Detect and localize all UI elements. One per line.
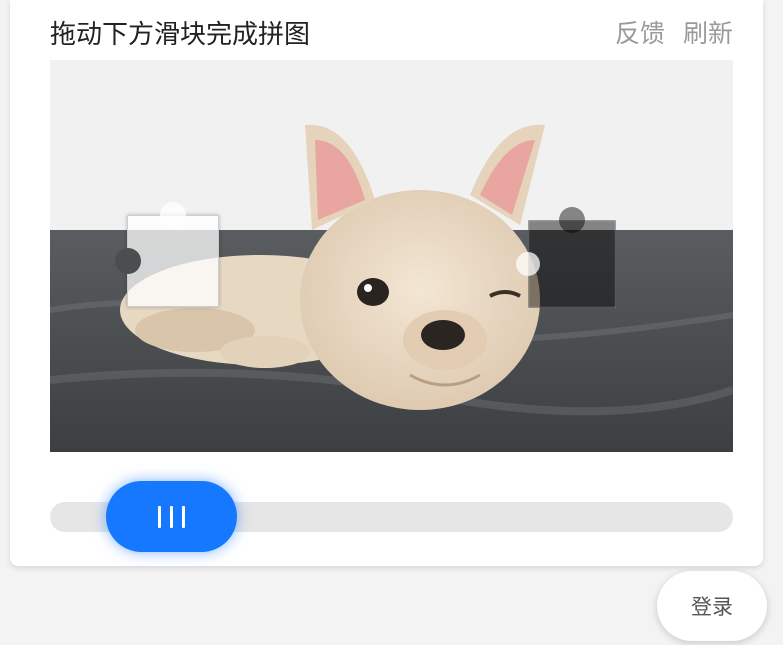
- feedback-link[interactable]: 反馈: [615, 14, 665, 50]
- grip-lines-icon: [158, 505, 161, 528]
- captcha-instruction: 拖动下方滑块完成拼图: [50, 20, 311, 50]
- puzzle-image: [50, 60, 733, 452]
- refresh-link[interactable]: 刷新: [683, 14, 733, 50]
- puzzle-piece-slot: [516, 207, 616, 308]
- grip-lines-icon: [182, 505, 185, 528]
- header-actions: 反馈 刷新: [615, 14, 733, 50]
- puzzle-piece[interactable]: [115, 202, 219, 307]
- login-button[interactable]: 登录: [657, 571, 767, 641]
- slider-handle[interactable]: [106, 481, 237, 552]
- grip-lines-icon: [170, 505, 173, 528]
